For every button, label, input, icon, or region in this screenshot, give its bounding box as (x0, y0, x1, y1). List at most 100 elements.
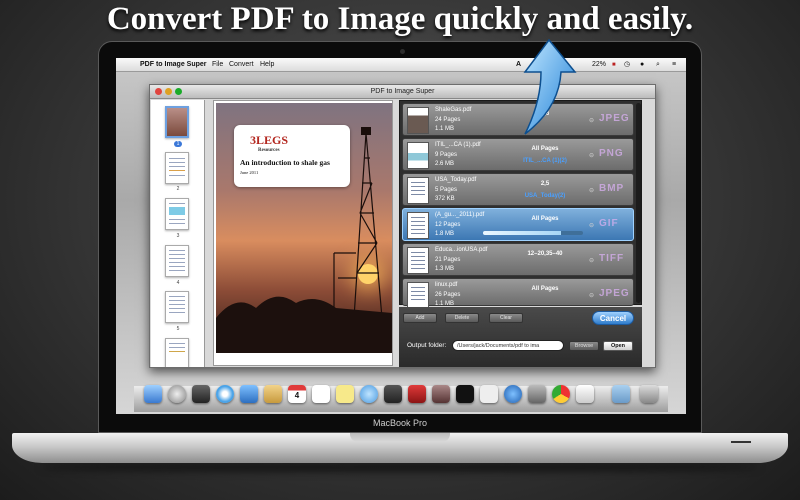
remove-icon[interactable]: ⊖ (589, 292, 594, 299)
file-row[interactable]: ITIL_...CA (1).pdf 9 Pages 2.6 MB All Pa… (402, 138, 634, 171)
cancel-button[interactable]: Cancel (592, 311, 634, 325)
headline: Convert PDF to Image quickly and easily. (106, 1, 694, 37)
file-pages: 24 Pages (435, 117, 461, 123)
page-number: 1 (173, 141, 183, 147)
format-label[interactable]: PNG (599, 148, 624, 159)
terminal-icon[interactable] (456, 385, 474, 403)
rocket-icon[interactable] (168, 385, 186, 403)
facetime-icon[interactable] (384, 385, 402, 403)
page-preview: 3LEGS Resources An introduction to shale … (213, 100, 393, 366)
list-scrollbar[interactable] (636, 103, 641, 303)
clock-icon[interactable]: ◷ (624, 58, 630, 72)
page-range[interactable]: All Pages (513, 146, 577, 152)
menu-help[interactable]: Help (260, 58, 274, 72)
chrome-icon[interactable] (552, 385, 570, 403)
add-button[interactable]: Add (403, 313, 437, 323)
page-thumbnail[interactable] (165, 338, 189, 367)
menu-file[interactable]: File (212, 58, 223, 72)
title-card: 3LEGS Resources An introduction to shale … (234, 125, 350, 187)
page-number: 2 (176, 186, 180, 192)
pdf-image-icon[interactable] (576, 385, 594, 403)
page-thumbnail[interactable] (165, 291, 189, 323)
flag-icon[interactable]: ■ (612, 58, 616, 72)
menu-app-name[interactable]: PDF to Image Super (140, 58, 207, 72)
file-thumbnail (407, 247, 429, 274)
spotlight-icon[interactable]: ⌕ (656, 58, 660, 72)
file-name: linux.pdf (435, 282, 458, 288)
file-row[interactable]: USA_Today.pdf 5 Pages 372 KB 2,5 USA_Tod… (402, 173, 634, 206)
page-range[interactable]: 12–20,35–40 (513, 251, 577, 257)
remove-icon[interactable]: ⊖ (589, 187, 594, 194)
file-size: 2.6 MB (435, 161, 455, 167)
file-name: ITIL_...CA (1).pdf (435, 142, 481, 148)
file-pages: 21 Pages (435, 257, 461, 263)
file-row-selected[interactable]: (A_gu..._2011).pdf 12 Pages 1.8 MB All P… (402, 208, 634, 241)
file-row[interactable]: linux.pdf 26 Pages 1.1 MB All Pages ⊖ JP… (402, 278, 634, 309)
output-folder-field[interactable]: /Users/jack/Documents/pdf to ima (452, 340, 564, 351)
remove-icon[interactable]: ⊖ (589, 117, 594, 124)
cover-photo: 3LEGS Resources An introduction to shale … (216, 103, 392, 353)
writer-icon[interactable] (480, 385, 498, 403)
output-folder-label: Output folder: (407, 342, 447, 349)
file-pages: 12 Pages (435, 222, 461, 228)
close-button[interactable] (155, 88, 162, 95)
folder-icon[interactable] (264, 385, 282, 403)
remove-icon[interactable]: ⊖ (589, 222, 594, 229)
app-store-icon[interactable] (240, 385, 258, 403)
file-name: USA_Today.pdf (435, 177, 477, 183)
format-label[interactable]: TIFF (599, 253, 624, 264)
list-icon[interactable]: ≡ (672, 58, 676, 72)
notes-icon[interactable] (312, 385, 330, 403)
page-thumbnail[interactable] (165, 106, 189, 138)
page-number: 3 (176, 233, 180, 239)
remove-icon[interactable]: ⊖ (589, 257, 594, 264)
window-title: PDF to Image Super (370, 88, 435, 95)
zoom-button[interactable] (175, 88, 182, 95)
page-thumbnail[interactable] (165, 152, 189, 184)
format-label[interactable]: BMP (599, 183, 624, 194)
browse-button[interactable]: Browse (569, 341, 599, 351)
pdf-app-icon[interactable] (408, 385, 426, 403)
page-range[interactable]: All Pages (513, 286, 577, 292)
format-label[interactable]: GIF (599, 218, 619, 229)
format-label[interactable]: JPEG (599, 113, 630, 124)
minimize-button[interactable] (165, 88, 172, 95)
file-size: 1.8 MB (435, 231, 455, 237)
delete-button[interactable]: Delete (445, 313, 479, 323)
file-thumbnail (407, 212, 429, 239)
trash-icon[interactable] (640, 385, 658, 403)
downloads-folder-icon[interactable] (612, 385, 630, 403)
page-number: 4 (176, 280, 180, 286)
open-button[interactable]: Open (603, 341, 633, 351)
page-range[interactable]: 2,5 (513, 181, 577, 187)
safari-icon[interactable] (216, 385, 234, 403)
file-size: 1.3 MB (435, 266, 455, 272)
page-range[interactable]: All Pages (513, 216, 577, 222)
stickies-icon[interactable] (336, 385, 354, 403)
messages-icon[interactable] (360, 385, 378, 403)
remove-icon[interactable]: ⊖ (589, 152, 594, 159)
photo-icon[interactable] (432, 385, 450, 403)
format-label[interactable]: JPEG (599, 288, 630, 299)
output-name: ITIL_...CA (1)(2) (523, 158, 567, 164)
file-size: 372 KB (435, 196, 455, 202)
menu-convert[interactable]: Convert (229, 58, 254, 72)
file-pages: 26 Pages (435, 292, 461, 298)
clear-button[interactable]: Clear (489, 313, 523, 323)
finder-icon[interactable] (144, 385, 162, 403)
file-thumbnail (407, 177, 429, 204)
user-icon[interactable]: ● (640, 58, 644, 72)
page-thumbnail[interactable] (165, 198, 189, 230)
file-name: Educa...ionUSA.pdf (435, 247, 488, 253)
page-thumbnail[interactable] (165, 245, 189, 277)
laptop-brand: MacBook Pro (372, 418, 428, 428)
blue-arrow-icon (523, 38, 577, 135)
system-prefs-icon[interactable] (528, 385, 546, 403)
document-date: June 2011 (240, 170, 259, 175)
calendar-icon[interactable]: 4 (288, 385, 306, 403)
file-row[interactable]: Educa...ionUSA.pdf 21 Pages 1.3 MB 12–20… (402, 243, 634, 276)
appstore-icon[interactable] (504, 385, 522, 403)
output-name: USA_Today(2) (524, 193, 566, 199)
file-pages: 9 Pages (435, 152, 458, 158)
game-icon[interactable] (192, 385, 210, 403)
